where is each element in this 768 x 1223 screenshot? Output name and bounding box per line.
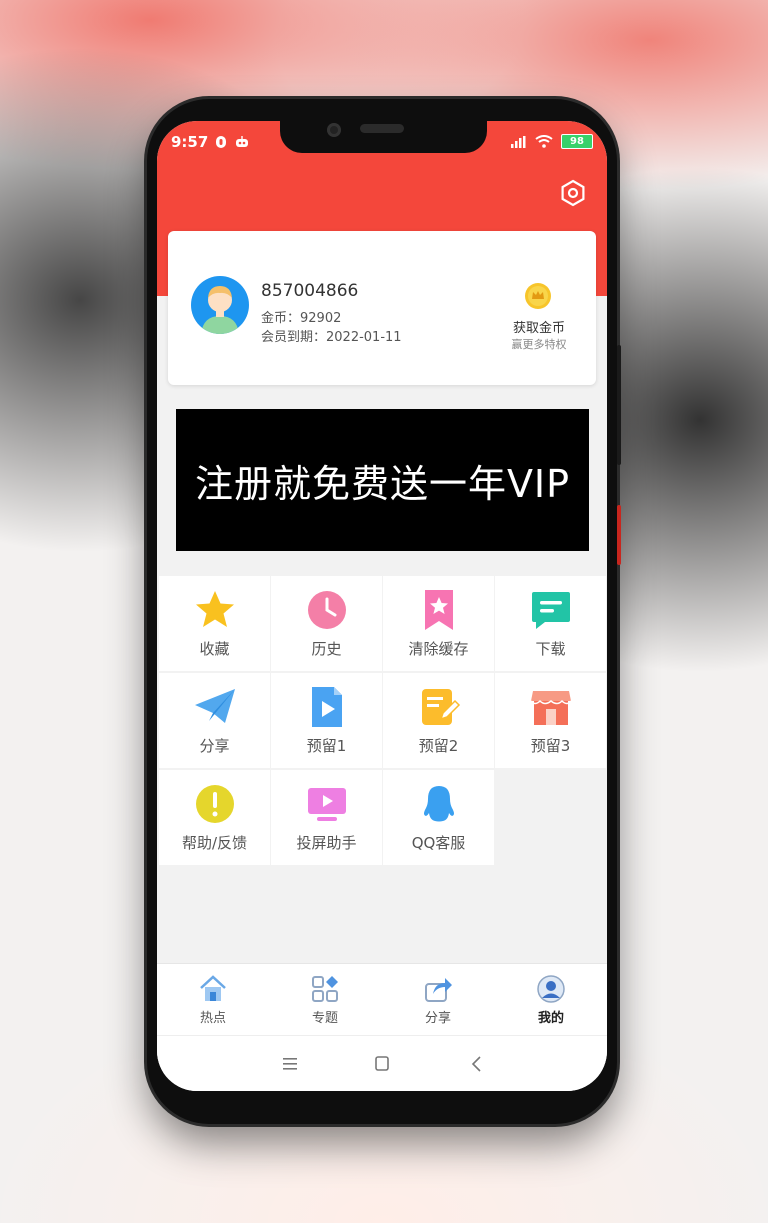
grid-item-reserved-2[interactable]: 预留2 [383,673,494,768]
exclamation-icon [195,785,234,823]
user-icon [537,975,565,1003]
battery-indicator: 98 [561,134,593,149]
tab-label: 专题 [311,1011,338,1026]
grid-item-reserved-3[interactable]: 预留3 [495,673,606,768]
coin-balance: 金币：92902 [261,311,342,326]
side-button [617,345,621,465]
grid-item-share[interactable]: 分享 [159,673,270,768]
promo-banner[interactable]: 注册就免费送一年VIP [176,409,589,551]
wifi-icon [535,135,553,148]
paper-plane-icon [194,689,235,723]
status-bar-left: 9:57 [171,133,250,151]
grid-item-history[interactable]: 历史 [271,576,382,671]
username: 857004866 [261,281,359,301]
grid-label: 收藏 [199,640,230,658]
avatar[interactable] [191,276,249,334]
grid-item-favorites[interactable]: 收藏 [159,576,270,671]
status-time: 9:57 [171,133,209,151]
camera-notch [280,121,487,153]
bookmark-icon [424,590,453,630]
clock-icon [307,591,346,629]
tab-label: 我的 [537,1011,564,1026]
home-icon [200,975,226,1001]
qq-penguin-icon [423,786,454,822]
system-nav-bar [157,1035,607,1091]
back-icon[interactable] [465,1052,489,1076]
share-icon [425,978,452,1002]
get-coins-link[interactable]: 获取金币 [501,317,577,336]
tab-label: 热点 [199,1011,226,1026]
tab-share[interactable]: 分享 [382,964,494,1036]
star-icon [195,591,234,627]
menu-icon[interactable] [278,1052,302,1076]
signal-icon [511,135,526,148]
app-screen: 9:57 98 857004866 金币：92902 会员到期：2022-01-… [157,121,607,1091]
edit-note-icon [421,689,460,725]
grid-item-qq-support[interactable]: QQ客服 [383,770,494,865]
message-icon [531,592,570,629]
grid-label: 投屏助手 [296,834,357,852]
more-privileges-text: 赢更多特权 [511,338,567,351]
crown-coin-icon[interactable] [524,282,552,310]
grid-item-help-feedback[interactable]: 帮助/反馈 [159,770,270,865]
notification-icon [216,136,227,148]
grid-label: 下载 [535,640,566,658]
front-camera [327,123,341,137]
promo-banner-text: 注册就免费送一年VIP [194,461,571,506]
grid-label: 预留1 [306,737,347,755]
status-bar-right: 98 [511,134,593,149]
grid-item-clear-cache[interactable]: 清除缓存 [383,576,494,671]
tab-hot[interactable]: 热点 [157,964,269,1036]
user-card[interactable]: 857004866 金币：92902 会员到期：2022-01-11 获取金币 … [168,231,596,385]
grid-label: 历史 [311,640,342,658]
grid-label: 预留3 [530,737,571,755]
grid-item-reserved-1[interactable]: 预留1 [271,673,382,768]
grid-label: 预留2 [418,737,459,755]
tab-mine[interactable]: 我的 [495,964,607,1036]
store-icon [529,691,572,725]
robot-icon [236,136,249,147]
earpiece [360,124,404,133]
grid-label: 清除缓存 [408,640,469,658]
membership-expiry: 会员到期：2022-01-11 [261,330,402,345]
grid-item-screen-cast[interactable]: 投屏助手 [271,770,382,865]
cast-screen-icon [307,788,346,821]
grid-label: 分享 [199,737,230,755]
grid-item-download[interactable]: 下载 [495,576,606,671]
video-file-icon [311,687,342,727]
grid-label: QQ客服 [411,834,466,852]
avatar-illustration [201,286,239,334]
home-square-icon[interactable] [370,1052,394,1076]
settings-hex-icon[interactable] [559,179,587,207]
grid-icon [312,976,338,1002]
tab-topics[interactable]: 专题 [269,964,381,1036]
power-button [617,505,621,565]
tab-label: 分享 [424,1011,451,1026]
grid-label: 帮助/反馈 [181,834,248,852]
bottom-tab-bar: 热点 专题 分享 我的 [157,963,607,1036]
